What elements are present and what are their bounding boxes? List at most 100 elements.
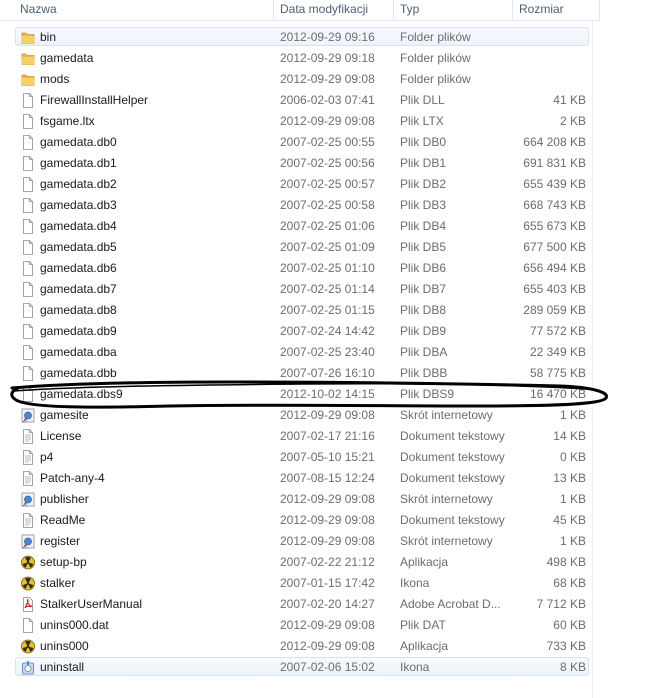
file-type: Plik DBA — [400, 345, 448, 359]
file-date: 2007-01-15 17:42 — [280, 576, 375, 590]
file-date: 2012-10-02 14:15 — [280, 387, 375, 401]
radiation-icon — [21, 555, 35, 570]
file-type: Plik DB9 — [400, 324, 447, 338]
file-size — [500, 69, 586, 90]
file-type: Adobe Acrobat D... — [400, 597, 501, 611]
file-row[interactable]: gamedata 2012-09-29 09:18 Folder plików — [0, 48, 600, 69]
file-row[interactable]: gamedata.db1 2007-02-25 00:56 Plik DB1 691 … — [0, 153, 600, 174]
file-row[interactable]: stalker 2007-01-15 17:42 Ikona 68 KB — [0, 573, 600, 594]
file-row[interactable]: gamedata.dbs9 2012-10-02 14:15 Plik DBS9 16… — [0, 384, 600, 405]
file-row[interactable]: gamedata.dbb 2007-07-26 16:10 Plik DBB 58 7… — [0, 363, 600, 384]
file-row[interactable]: gamedata.db6 2007-02-25 01:10 Plik DB6 656 … — [0, 258, 600, 279]
file-name: StalkerUserManual — [40, 597, 143, 611]
file-size: 655 673 KB — [523, 219, 586, 233]
file-size: 656 494 KB — [523, 261, 586, 275]
column-header-name[interactable]: Nazwa — [14, 0, 274, 20]
file-row[interactable]: p4 2007-05-10 15:21 Dokument tekstowy 0 KB — [0, 447, 600, 468]
file-name: uninstall — [40, 660, 85, 674]
column-header-type[interactable]: Typ — [394, 0, 513, 20]
file-row[interactable]: mods 2012-09-29 09:08 Folder plików — [0, 69, 600, 90]
file-row[interactable]: gamedata.db3 2007-02-25 00:58 Plik DB3 668 … — [0, 195, 600, 216]
file-row[interactable]: StalkerUserManual 2007-02-20 14:27 Adobe A… — [0, 594, 600, 615]
file-row[interactable]: unins000.dat 2012-09-29 09:08 Plik DAT 60 K… — [0, 615, 600, 636]
file-size: 733 KB — [546, 639, 586, 653]
internet-shortcut-icon — [21, 534, 35, 549]
internet-shortcut-icon — [21, 408, 35, 423]
file-type: Folder plików — [400, 72, 471, 86]
file-type: Plik DB3 — [400, 198, 447, 212]
file-row[interactable]: fsgame.ltx 2012-09-29 09:08 Plik LTX 2 KB — [0, 111, 600, 132]
file-row[interactable]: unins000 2012-09-29 09:08 Aplikacja 733 KB — [0, 636, 600, 657]
file-row[interactable]: gamedata.dba 2007-02-25 23:40 Plik DBA 22 3… — [0, 342, 600, 363]
file-date: 2012-09-29 09:08 — [280, 114, 375, 128]
file-row[interactable]: publisher 2012-09-29 09:08 Skrót interneto… — [0, 489, 600, 510]
file-name: mods — [40, 72, 70, 86]
file-icon — [21, 240, 35, 255]
file-icon — [21, 303, 35, 318]
file-name: bin — [40, 30, 57, 44]
file-name: gamedata.db1 — [40, 156, 117, 170]
file-icon — [21, 282, 35, 297]
uninstall-icon — [21, 660, 35, 675]
file-type: Dokument tekstowy — [400, 513, 505, 527]
pdf-icon — [21, 597, 35, 612]
file-type: Plik DB1 — [400, 156, 447, 170]
file-type: Dokument tekstowy — [400, 450, 505, 464]
file-date: 2007-02-25 01:06 — [280, 219, 375, 233]
file-row[interactable]: gamedata.db7 2007-02-25 01:14 Plik DB7 655 … — [0, 279, 600, 300]
file-row[interactable]: gamedata.db0 2007-02-25 00:55 Plik DB0 664 … — [0, 132, 600, 153]
file-size: 77 572 KB — [529, 324, 586, 338]
file-date: 2007-07-26 16:10 — [280, 366, 375, 380]
file-name: Patch-any-4 — [40, 471, 105, 485]
file-name: gamedata.db8 — [40, 303, 117, 317]
file-name: publisher — [40, 492, 89, 506]
file-type: Plik DB5 — [400, 240, 447, 254]
file-date: 2012-09-29 09:08 — [280, 72, 375, 86]
file-size — [500, 48, 586, 69]
file-date: 2007-02-17 21:16 — [280, 429, 375, 443]
file-type: Plik DB8 — [400, 303, 447, 317]
file-type: Skrót internetowy — [400, 492, 493, 506]
file-size: 664 208 KB — [523, 135, 586, 149]
file-row[interactable]: gamedata.db9 2007-02-24 14:42 Plik DB9 77 5… — [0, 321, 600, 342]
file-row[interactable]: License 2007-02-17 21:16 Dokument tekstowy… — [0, 426, 600, 447]
file-type: Dokument tekstowy — [400, 429, 505, 443]
file-name: gamedata.db2 — [40, 177, 117, 191]
file-name: gamedata.db6 — [40, 261, 117, 275]
file-size: 68 KB — [553, 576, 586, 590]
file-row[interactable]: gamesite 2012-09-29 09:08 Skrót internetow… — [0, 405, 600, 426]
file-row[interactable]: gamedata.db8 2007-02-25 01:15 Plik DB8 289 … — [0, 300, 600, 321]
file-row[interactable]: bin 2012-09-29 09:16 Folder plików — [0, 27, 600, 48]
file-row[interactable]: gamedata.db4 2007-02-25 01:06 Plik DB4 655 … — [0, 216, 600, 237]
file-name: gamedata.db4 — [40, 219, 117, 233]
file-row[interactable]: uninstall 2007-02-06 15:02 Ikona 8 KB — [0, 657, 600, 678]
file-row[interactable]: Patch-any-4 2007-08-15 12:24 Dokument teks… — [0, 468, 600, 489]
file-icon — [21, 261, 35, 276]
file-date: 2007-02-20 14:27 — [280, 597, 375, 611]
file-row[interactable]: gamedata.db2 2007-02-25 00:57 Plik DB2 655 … — [0, 174, 600, 195]
file-date: 2012-09-29 09:18 — [280, 51, 375, 65]
file-icon — [21, 135, 35, 150]
column-header-bar: Nazwa Data modyfikacji Typ Rozmiar — [0, 0, 600, 21]
column-header-date[interactable]: Data modyfikacji — [274, 0, 394, 20]
file-date: 2012-09-29 09:08 — [280, 534, 375, 548]
file-type: Plik DB2 — [400, 177, 447, 191]
file-row[interactable]: FirewallInstallHelper 2006-02-03 07:41 Pli… — [0, 90, 600, 111]
file-row[interactable]: setup-bp 2007-02-22 21:12 Aplikacja 498 KB — [0, 552, 600, 573]
column-header-size[interactable]: Rozmiar — [513, 0, 600, 20]
file-icon — [21, 177, 35, 192]
file-size: 655 439 KB — [523, 177, 586, 191]
file-name: setup-bp — [40, 555, 87, 569]
file-name: gamedata.db5 — [40, 240, 117, 254]
file-date: 2007-02-25 01:09 — [280, 240, 375, 254]
file-row[interactable]: ReadMe 2012-09-29 09:08 Dokument tekstowy 4… — [0, 510, 600, 531]
file-row[interactable]: register 2012-09-29 09:08 Skrót internetow… — [0, 531, 600, 552]
file-date: 2007-02-22 21:12 — [280, 555, 375, 569]
file-size: 677 500 KB — [523, 240, 586, 254]
file-date: 2007-02-25 01:15 — [280, 303, 375, 317]
file-icon — [21, 114, 35, 129]
file-name: License — [40, 429, 82, 443]
file-row[interactable]: gamedata.db5 2007-02-25 01:09 Plik DB5 677 … — [0, 237, 600, 258]
file-type: Plik DBB — [400, 366, 448, 380]
file-size: 1 KB — [559, 492, 586, 506]
